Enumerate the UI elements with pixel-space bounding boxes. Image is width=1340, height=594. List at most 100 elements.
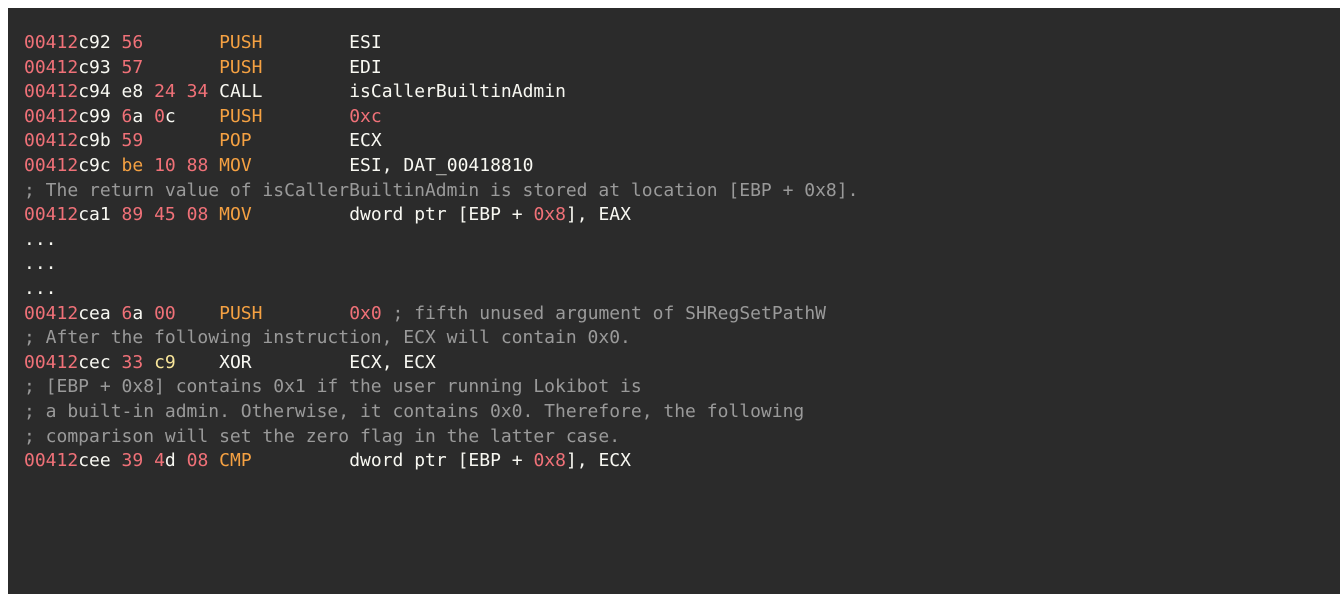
instruction-byte: 39	[121, 450, 144, 472]
address-offset: cec	[78, 351, 111, 373]
instruction-byte: 08	[186, 204, 209, 226]
elided-code-line: ...	[24, 228, 1340, 253]
instruction-line: 00412ca1 89 45 08 MOV dword ptr [EBP + 0…	[24, 203, 1340, 228]
instruction-byte: 45	[154, 204, 176, 226]
instruction-byte	[143, 106, 154, 127]
operand: ], ECX	[565, 450, 631, 472]
inline-comment: ; fifth unused argument of SHRegSetPathW	[381, 302, 827, 324]
mnemonic: PUSH	[219, 56, 263, 78]
address-segment: 00412	[24, 32, 79, 53]
operand: 0x8	[533, 204, 566, 226]
mnemonic: MOV	[219, 154, 252, 176]
instruction-byte: 34	[186, 81, 209, 103]
operand: 0xc	[349, 105, 382, 127]
instruction-byte: 4	[154, 450, 165, 472]
address-offset: cea	[78, 302, 111, 324]
operand: ECX	[349, 130, 382, 152]
instruction-byte	[143, 303, 154, 324]
address-segment: 00412	[24, 130, 79, 152]
address-offset: c92	[78, 32, 111, 53]
instruction-byte	[143, 155, 154, 176]
instruction-byte: 6	[121, 302, 133, 324]
instruction-byte	[143, 81, 154, 102]
comment-line: ; a built-in admin. Otherwise, it contai…	[24, 400, 1340, 425]
instruction-byte: 10	[154, 154, 176, 176]
ellipsis-text: ...	[24, 253, 57, 275]
instruction-byte: e8	[121, 81, 144, 103]
instruction-byte	[143, 204, 154, 225]
ellipsis-text: ...	[24, 277, 57, 299]
instruction-byte	[143, 352, 154, 373]
instruction-line: 00412cee 39 4d 08 CMP dword ptr [EBP + 0…	[24, 449, 1340, 474]
instruction-byte: c	[164, 105, 176, 127]
operand: ECX, ECX	[349, 351, 436, 373]
mnemonic: PUSH	[219, 32, 263, 53]
elided-code-line: ...	[24, 252, 1340, 277]
mnemonic: MOV	[219, 204, 252, 226]
address-segment: 00412	[24, 56, 79, 78]
comment-text: ; The return value of isCallerBuiltinAdm…	[24, 179, 859, 201]
elided-code-line: ...	[24, 277, 1340, 302]
code-listing: 00412c92 56 PUSH ESI 00412c93 57 PUSH EDI…	[8, 8, 1340, 594]
comment-line: ; The return value of isCallerBuiltinAdm…	[24, 179, 1340, 204]
mnemonic: POP	[219, 130, 252, 152]
instruction-byte: 0	[154, 105, 165, 127]
instruction-byte: a	[132, 105, 144, 127]
instruction-byte	[176, 81, 187, 102]
address-offset: c93	[78, 56, 111, 78]
instruction-byte: 89	[121, 204, 144, 226]
address-segment: 00412	[24, 105, 79, 127]
instruction-byte: 00	[154, 302, 176, 324]
instruction-byte: 56	[121, 32, 144, 53]
address-offset: cee	[78, 450, 111, 472]
comment-line: ; After the following instruction, ECX w…	[24, 326, 1340, 351]
mnemonic: XOR	[219, 351, 252, 373]
comment-text: ; [EBP + 0x8] contains 0x1 if the user r…	[24, 376, 642, 398]
comment-line: ; comparison will set the zero flag in t…	[24, 425, 1340, 450]
address-segment: 00412	[24, 351, 79, 373]
instruction-line: 00412c92 56 PUSH ESI	[24, 31, 1340, 56]
instruction-line: 00412c9b 59 POP ECX	[24, 129, 1340, 154]
instruction-byte	[176, 155, 187, 176]
instruction-line: 00412c9c be 10 88 MOV ESI, DAT_00418810	[24, 154, 1340, 179]
operand: ESI	[349, 32, 382, 53]
instruction-byte: 08	[186, 450, 209, 472]
instruction-line: 00412c94 e8 24 34 CALL isCallerBuiltinAd…	[24, 80, 1340, 105]
instruction-byte	[143, 450, 154, 471]
address-segment: 00412	[24, 81, 79, 103]
instruction-byte	[176, 204, 187, 225]
operand: dword ptr [EBP +	[349, 204, 534, 226]
address-segment: 00412	[24, 450, 79, 472]
instruction-byte	[176, 450, 187, 471]
operand: isCallerBuiltinAdmin	[349, 81, 566, 103]
operand: EDI	[349, 56, 382, 78]
ellipsis-text: ...	[24, 228, 57, 250]
instruction-byte: a	[132, 302, 144, 324]
instruction-byte: c9	[154, 351, 176, 373]
instruction-byte: 59	[121, 130, 144, 152]
mnemonic: CALL	[219, 81, 263, 103]
operand: 0x8	[533, 450, 566, 472]
comment-line: ; [EBP + 0x8] contains 0x1 if the user r…	[24, 375, 1340, 400]
instruction-byte: 57	[121, 56, 144, 78]
address-offset: c9c	[78, 154, 111, 176]
operand: ], EAX	[565, 204, 631, 226]
mnemonic: CMP	[219, 450, 252, 472]
instruction-byte: be	[121, 154, 144, 176]
instruction-line: 00412c99 6a 0c PUSH 0xc	[24, 105, 1340, 130]
instruction-line: 00412cea 6a 00 PUSH 0x0 ; fifth unused a…	[24, 302, 1340, 327]
comment-text: ; a built-in admin. Otherwise, it contai…	[24, 400, 805, 422]
code-lines: 00412c92 56 PUSH ESI 00412c93 57 PUSH EDI…	[8, 8, 1340, 474]
address-segment: 00412	[24, 204, 79, 226]
address-offset: c94	[78, 81, 111, 103]
address-offset: ca1	[78, 204, 111, 226]
comment-text: ; After the following instruction, ECX w…	[24, 327, 631, 349]
instruction-byte: 6	[121, 105, 133, 127]
operand: dword ptr [EBP +	[349, 450, 534, 472]
mnemonic: PUSH	[219, 302, 263, 324]
instruction-byte: 33	[121, 351, 144, 373]
address-offset: c99	[78, 105, 111, 127]
address-segment: 00412	[24, 302, 79, 324]
address-offset: c9b	[78, 130, 111, 152]
mnemonic: PUSH	[219, 105, 263, 127]
